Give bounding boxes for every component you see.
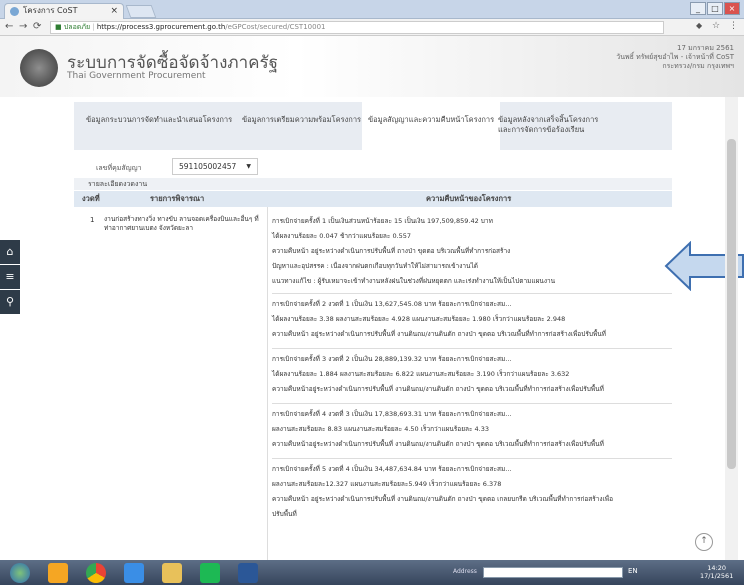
start-button-icon[interactable] <box>10 563 30 583</box>
progress-entry: การเบิกจ่ายครั้งที่ 2 งวดที่ 1 เป็นเงิน … <box>272 297 672 342</box>
col-progress: ความคืบหน้าของโครงการ <box>426 194 512 203</box>
progress-entry: การเบิกจ่ายครั้งที่ 1 เป็นเงินส่วนหน้าร้… <box>272 214 672 289</box>
menu-icon[interactable]: ≡ <box>0 265 20 289</box>
clock-date: 17/1/2561 <box>700 572 734 580</box>
entry-divider <box>272 458 672 459</box>
secure-label: ปลอดภัย <box>63 23 91 31</box>
close-tab-icon[interactable]: × <box>110 4 118 18</box>
government-logo <box>20 49 58 87</box>
site-subtitle: Thai Government Procurement <box>67 71 206 81</box>
column-divider <box>267 207 268 560</box>
url-host: https://process3.gprocurement.go.th <box>96 23 226 31</box>
col-item: รายการพิจารณา <box>150 194 205 203</box>
page-scrollbar[interactable] <box>725 97 738 560</box>
star-icon[interactable]: ☆ <box>712 21 720 31</box>
entry-line: ได้ผลงานร้อยละ 3.38 ผลงานสะสมร้อยละ 4.92… <box>272 315 566 323</box>
chrome-icon[interactable] <box>86 563 106 583</box>
tab-contract-progress[interactable]: ข้อมูลสัญญาและความคืบหน้าโครงการ <box>362 102 501 150</box>
file-explorer-icon[interactable] <box>162 563 182 583</box>
scroll-top-icon[interactable]: ↑ <box>695 533 713 551</box>
entry-divider <box>272 403 672 404</box>
entry-line: แนวทางแก้ไข : ผู้รับเหมาจะเข้าทำงานหลังฝ… <box>272 277 556 285</box>
search-icon[interactable]: ⚲ <box>0 290 20 314</box>
address-toolbar-label: Address <box>453 568 477 575</box>
entry-line: การเบิกจ่ายครั้งที่ 3 งวดที่ 2 เป็นเงิน … <box>272 355 512 363</box>
back-icon[interactable]: ← <box>5 21 13 32</box>
chevron-down-icon: ▼ <box>246 163 251 170</box>
contract-number-select[interactable]: 591105002457 ▼ <box>172 158 258 175</box>
contract-number-label: เลขที่คุมสัญญา <box>96 164 142 172</box>
col-installment: งวดที่ <box>82 194 100 203</box>
line-app-icon[interactable] <box>200 563 220 583</box>
minimize-icon[interactable]: _ <box>690 2 706 15</box>
browser-menu-icon[interactable]: ⋮ <box>729 21 738 31</box>
url-path: /eGPCost/secured/CST10001 <box>225 23 326 31</box>
clock-time: 14:20 <box>707 564 727 572</box>
browser-tab[interactable]: โครงการ CoST × <box>4 3 124 19</box>
entry-line: ได้ผลงานร้อยละ 0.047 ช้ากว่าแผนร้อยละ 0.… <box>272 232 412 240</box>
entry-line: ปรับพื้นที่ <box>272 510 297 518</box>
entry-line: ผลงานสะสมร้อยละ12.327 แผนงานสะสมร้อยละ5.… <box>272 480 502 488</box>
close-window-icon[interactable]: × <box>724 2 740 15</box>
tab-post-project-line2: และการจัดการข้อร้องเรียน <box>498 125 585 134</box>
media-player-icon[interactable] <box>48 563 68 583</box>
progress-entry: การเบิกจ่ายครั้งที่ 3 งวดที่ 2 เป็นเงิน … <box>272 352 672 397</box>
home-icon[interactable]: ⌂ <box>0 240 20 264</box>
progress-entry: การเบิกจ่ายครั้งที่ 4 งวดที่ 3 เป็นเงิน … <box>272 407 672 452</box>
tab-favicon-icon <box>10 7 19 16</box>
user-info: 17 มกราคม 2561 วันพธิ์ ทรัพย์สุขอำไพ - เ… <box>616 44 734 71</box>
entry-line: ความคืบหน้า อยู่ระหว่างดำเนินการปรับพื้น… <box>272 330 606 338</box>
entry-divider <box>272 293 672 294</box>
progress-entry: การเบิกจ่ายครั้งที่ 5 งวดที่ 4 เป็นเงิน … <box>272 462 672 522</box>
forward-icon[interactable]: → <box>19 21 27 32</box>
header-agency: กระทรวง/กรม กรุงเทพฯ <box>662 62 734 70</box>
table-header: งวดที่ รายการพิจารณา ความคืบหน้าของโครงก… <box>74 191 672 207</box>
entry-divider <box>272 348 672 349</box>
entry-line: ได้ผลงานร้อยละ 1.884 ผลงานสะสมร้อยละ 6.8… <box>272 370 570 378</box>
row-description: งานก่อสร้างทางวิ่ง ทางขับ ลานจอดเครื่องบ… <box>104 215 259 232</box>
internet-explorer-icon[interactable] <box>124 563 144 583</box>
entry-line: ปัญหาและอุปสรรค : เนื่องจากฝนตกเกือบทุกว… <box>272 262 478 270</box>
tab-post-project[interactable]: ข้อมูลหลังจากเสร็จสิ้นโครงการ และการจัดก… <box>498 115 598 135</box>
entry-line: ความคืบหน้าอยู่ระหว่างดำเนินการปรับพื้นท… <box>272 385 604 393</box>
entry-line: การเบิกจ่ายครั้งที่ 4 งวดที่ 3 เป็นเงิน … <box>272 410 512 418</box>
word-icon[interactable] <box>238 563 258 583</box>
system-clock[interactable]: 14:20 17/1/2561 <box>700 564 733 580</box>
lock-icon: ■ <box>55 23 64 31</box>
tab-post-project-line1: ข้อมูลหลังจากเสร็จสิ้นโครงการ <box>498 115 599 124</box>
entry-line: การเบิกจ่ายครั้งที่ 2 งวดที่ 1 เป็นเงิน … <box>272 300 512 308</box>
entry-line: ความคืบหน้า อยู่ระหว่างดำเนินการปรับพื้น… <box>272 247 511 255</box>
main-content: เลขที่คุมสัญญา 591105002457 ▼ รายละเอียด… <box>74 150 672 560</box>
entry-line: ความคืบหน้าอยู่ระหว่างดำเนินการปรับพื้นท… <box>272 440 604 448</box>
entry-line: ความคืบหน้า อยู่ระหว่างดำเนินการปรับพื้น… <box>272 495 613 503</box>
site-header: ระบบการจัดซื้อจัดจ้างภาครัฐ Thai Governm… <box>0 36 744 97</box>
tab-project-process[interactable]: ข้อมูลกระบวนการจัดทำและนำเสนอโครงการ <box>86 115 232 125</box>
row-number: 1 <box>90 216 95 224</box>
tab-title: โครงการ CoST <box>23 6 78 15</box>
project-tabs: ข้อมูลกระบวนการจัดทำและนำเสนอโครงการ ข้อ… <box>74 102 672 150</box>
address-bar: ← → ⟳ ■ ปลอดภัย | https://process3.gproc… <box>0 19 744 36</box>
header-user: วันพธิ์ ทรัพย์สุขอำไพ - เจ้าหน้าที่ CoST <box>616 53 734 61</box>
reload-icon[interactable]: ⟳ <box>33 21 41 32</box>
entry-line: ผลงานสะสมร้อยละ 8.83 แผนงานสะสมร้อยละ 4.… <box>272 425 490 433</box>
url-input[interactable]: ■ ปลอดภัย | https://process3.gprocuremen… <box>50 21 664 34</box>
section-title: รายละเอียดงวดงาน <box>74 178 672 190</box>
scrollbar-thumb[interactable] <box>727 139 736 469</box>
contract-number-value: 591105002457 <box>179 162 237 171</box>
entry-line: การเบิกจ่ายครั้งที่ 5 งวดที่ 4 เป็นเงิน … <box>272 465 512 473</box>
extension-icon[interactable]: ◆ <box>696 21 702 30</box>
language-indicator[interactable]: EN <box>628 567 638 575</box>
header-date: 17 มกราคม 2561 <box>676 44 734 52</box>
maximize-icon[interactable]: □ <box>707 2 723 15</box>
windows-taskbar: Address EN 14:20 17/1/2561 <box>0 560 744 585</box>
browser-tab-bar: โครงการ CoST × _ □ × <box>0 0 744 19</box>
new-tab-button[interactable] <box>125 5 157 18</box>
address-toolbar-input[interactable] <box>483 567 623 578</box>
entry-line: การเบิกจ่ายครั้งที่ 1 เป็นเงินส่วนหน้าร้… <box>272 217 493 225</box>
tab-project-preparation[interactable]: ข้อมูลการเตรียมความพร้อมโครงการ <box>242 115 361 125</box>
